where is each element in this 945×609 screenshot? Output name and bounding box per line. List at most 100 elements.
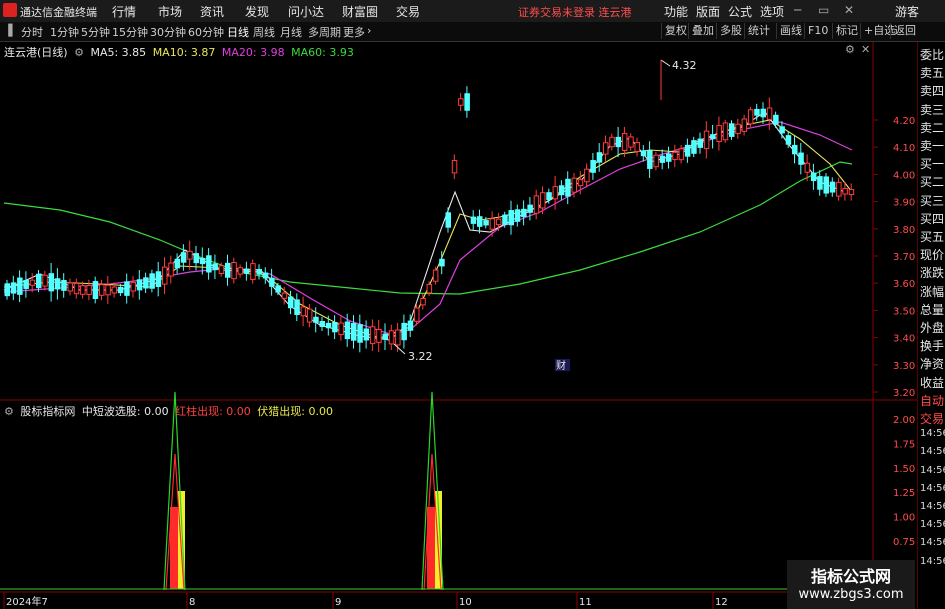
- sidebar-toggle-icon[interactable]: ▐: [4, 24, 12, 37]
- candle-body: [628, 136, 634, 148]
- candle-body: [609, 136, 615, 148]
- candle-body: [829, 181, 836, 193]
- candle-body: [401, 322, 407, 341]
- candle-body: [842, 188, 848, 195]
- candle-body: [206, 255, 212, 273]
- tab-1min[interactable]: 1分钟: [50, 24, 79, 40]
- draw-line-button[interactable]: 画线: [776, 23, 802, 39]
- menu-trade[interactable]: 交易: [396, 3, 420, 20]
- candle-body: [369, 326, 376, 345]
- period-toolbar: ▐ 分时 1分钟 5分钟 15分钟 30分钟 60分钟 日线 周线 月线 多周期…: [0, 22, 945, 42]
- candle-body: [477, 216, 483, 227]
- tab-daily[interactable]: 日线: [227, 24, 249, 40]
- candle-body: [187, 250, 193, 260]
- menu-formula[interactable]: 公式: [728, 3, 752, 20]
- candle-body: [666, 153, 672, 162]
- candle-body: [237, 267, 244, 275]
- menu-news[interactable]: 资讯: [200, 3, 224, 20]
- quote-row-label: 外盘: [920, 321, 945, 335]
- finance-event-marker[interactable]: 财: [556, 359, 566, 372]
- chevron-right-icon[interactable]: ›: [367, 24, 371, 37]
- tab-weekly[interactable]: 周线: [253, 24, 275, 40]
- candle-body: [533, 195, 540, 214]
- menu-discover[interactable]: 发现: [245, 3, 269, 20]
- price-tick-label: 3.30: [893, 361, 915, 372]
- time-axis: 2024年7 8 9 10 11 12: [3, 592, 728, 609]
- mark-button[interactable]: 标记: [832, 23, 858, 39]
- candle-body: [86, 285, 92, 295]
- multi-stock-button[interactable]: 多股: [716, 23, 742, 39]
- minimize-icon[interactable]: ─: [794, 3, 801, 17]
- menu-layout[interactable]: 版面: [696, 3, 720, 20]
- candle-body: [766, 107, 773, 120]
- candle-body: [508, 210, 514, 226]
- quote-row-label: 换手: [920, 339, 945, 354]
- quote-row-label: 卖四: [920, 84, 945, 99]
- trade-login-alert[interactable]: 证券交易未登录 连云港: [518, 4, 632, 20]
- auto-trade-label: 交易: [920, 412, 945, 426]
- tab-60min[interactable]: 60分钟: [188, 24, 224, 40]
- statistics-button[interactable]: 统计: [744, 23, 770, 39]
- menu-quotes[interactable]: 行情: [112, 3, 136, 20]
- candle-body: [10, 282, 17, 294]
- trade-time[interactable]: 14:56: [920, 519, 945, 530]
- trade-time[interactable]: 14:56: [920, 465, 945, 476]
- candle-body: [351, 323, 357, 341]
- quote-row-label: 委比: [920, 48, 945, 62]
- candle-body: [571, 177, 577, 193]
- adjust-button[interactable]: 复权: [661, 23, 687, 39]
- app-logo-icon: [3, 3, 17, 17]
- trade-time[interactable]: 14:56: [920, 556, 945, 567]
- candle-body: [546, 192, 552, 201]
- candle-body: [325, 322, 332, 329]
- trade-time[interactable]: 14:56: [920, 501, 945, 512]
- f10-button[interactable]: F10: [804, 23, 828, 39]
- candlesticks: [4, 86, 855, 353]
- candle-body: [691, 140, 697, 154]
- low-label: 3.22: [408, 350, 433, 363]
- tab-multi-period[interactable]: 多周期: [308, 24, 341, 40]
- trade-time[interactable]: 14:56: [920, 537, 945, 548]
- menu-options[interactable]: 选项: [760, 3, 784, 20]
- time-axis-label: 9: [335, 597, 341, 608]
- candle-body: [275, 285, 281, 293]
- candle-body: [174, 258, 181, 269]
- tab-30min[interactable]: 30分钟: [150, 24, 186, 40]
- back-button[interactable]: 返回: [890, 23, 916, 39]
- candle-body: [414, 307, 420, 322]
- price-axis: 4.20 4.10 4.00 3.90 3.80 3.70 3.60 3.50 3.40 3.30…: [873, 116, 915, 399]
- candle-body: [212, 263, 218, 271]
- candle-body: [445, 212, 451, 228]
- guest-label[interactable]: 游客: [895, 3, 919, 20]
- candle-body: [716, 125, 722, 142]
- candle-body: [432, 269, 439, 282]
- restore-icon[interactable]: ▭: [818, 3, 829, 17]
- quote-row-label: 总量: [920, 302, 945, 317]
- candle-body: [558, 185, 565, 196]
- tab-more[interactable]: 更多: [343, 24, 365, 40]
- tab-15min[interactable]: 15分钟: [112, 24, 148, 40]
- price-tick-label: 3.40: [893, 334, 915, 345]
- candle-body: [376, 328, 382, 343]
- trade-time[interactable]: 14:56: [920, 428, 945, 439]
- menu-ask[interactable]: 问小达: [288, 3, 324, 20]
- kline-chart[interactable]: 4.20 4.10 4.00 3.90 3.80 3.70 3.60 3.50 3.40 3.30…: [0, 42, 917, 609]
- menu-wealth-circle[interactable]: 财富圈: [342, 3, 378, 20]
- candle-body: [722, 122, 729, 141]
- candle-body: [464, 93, 470, 111]
- menu-functions[interactable]: 功能: [664, 3, 688, 20]
- trade-time[interactable]: 14:56: [920, 446, 945, 457]
- close-icon[interactable]: ✕: [844, 3, 854, 17]
- tab-monthly[interactable]: 月线: [280, 24, 302, 40]
- tab-intraday[interactable]: 分时: [21, 24, 43, 40]
- tab-5min[interactable]: 5分钟: [81, 24, 110, 40]
- overlay-button[interactable]: 叠加: [688, 23, 714, 39]
- menu-market[interactable]: 市场: [158, 3, 182, 20]
- trade-time[interactable]: 14:56: [920, 483, 945, 494]
- candle-body: [634, 142, 640, 152]
- candle-body: [199, 257, 206, 265]
- time-axis-label: 10: [459, 597, 472, 608]
- candle-body: [231, 262, 237, 280]
- price-tick-label: 3.80: [893, 225, 915, 236]
- auto-trade-label: 自动: [920, 393, 945, 408]
